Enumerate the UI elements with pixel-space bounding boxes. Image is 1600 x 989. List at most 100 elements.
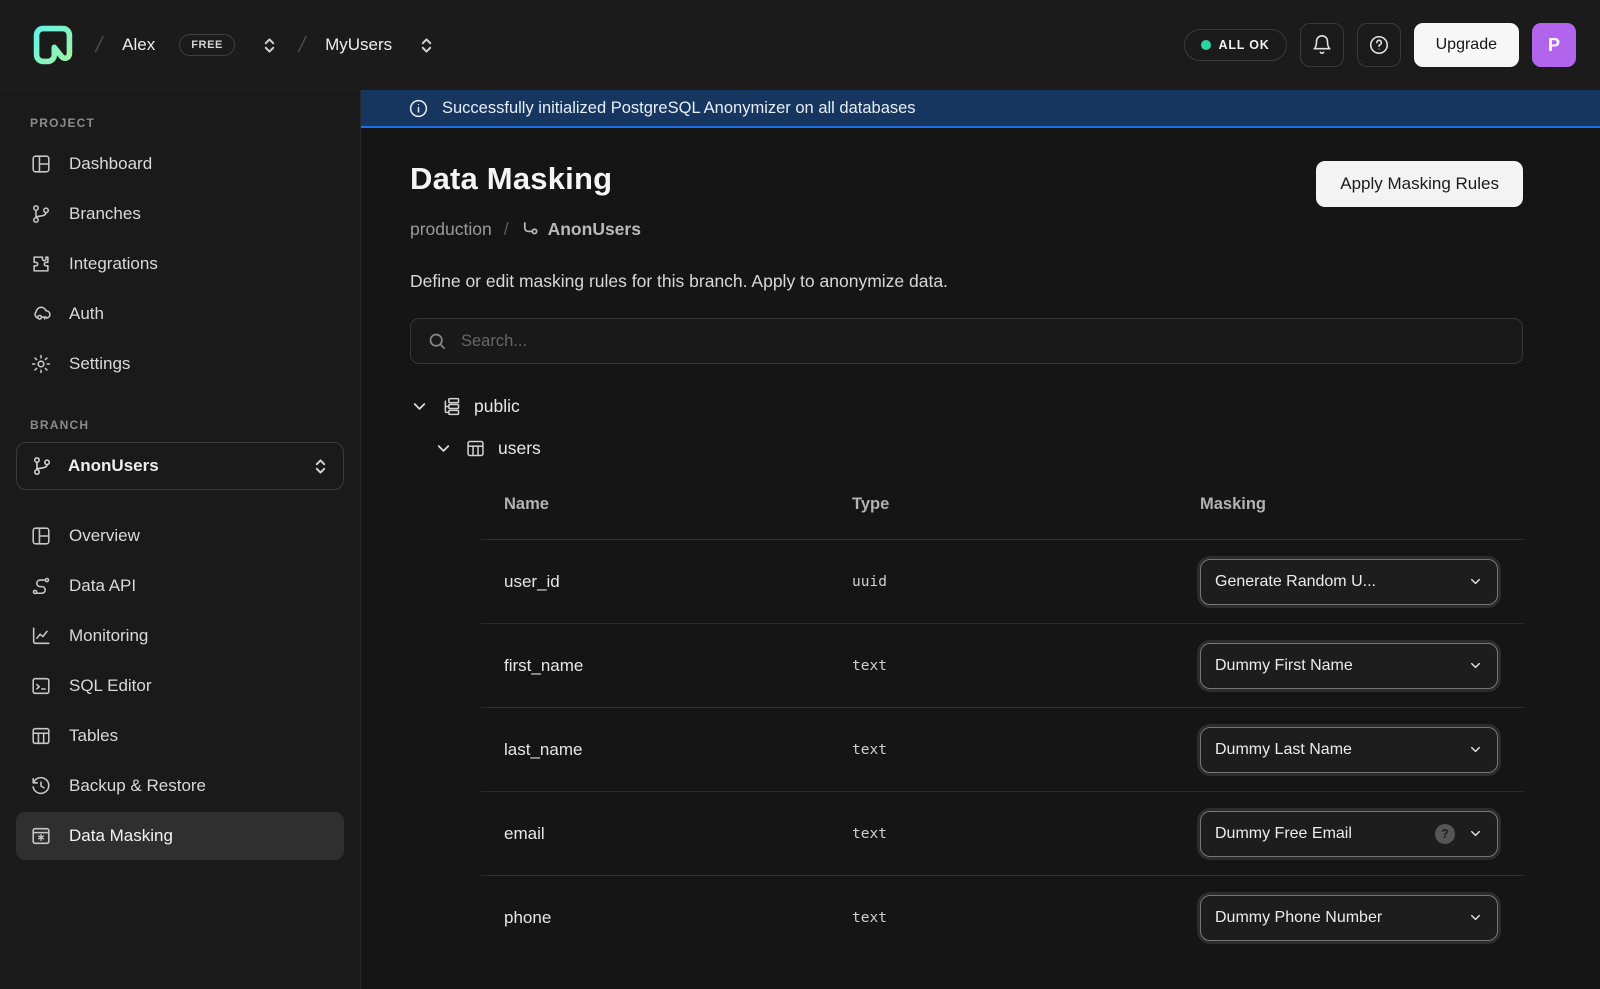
page-description: Define or edit masking rules for this br… (410, 271, 1523, 292)
child-branch-icon (521, 220, 540, 239)
column-header-name: Name (481, 495, 829, 514)
help-icon (1368, 34, 1390, 56)
branch-icon (31, 455, 53, 477)
sidebar-item-branches[interactable]: Branches (16, 190, 344, 238)
main-area: Successfully initialized PostgreSQL Anon… (361, 90, 1600, 989)
chevron-down-icon (1468, 826, 1483, 841)
column-header-type: Type (829, 495, 1177, 514)
user-avatar[interactable]: P (1532, 23, 1576, 67)
org-name[interactable]: Alex (122, 35, 155, 55)
masking-rule-select[interactable]: Dummy Free Email ? (1200, 811, 1498, 857)
nav-item-label: Dashboard (69, 154, 152, 174)
org-switcher-chevrons-icon[interactable] (261, 35, 279, 55)
dashboard-icon (30, 153, 52, 175)
banner-text: Successfully initialized PostgreSQL Anon… (442, 99, 916, 118)
column-name-value: email (481, 824, 829, 844)
search-box (410, 318, 1523, 364)
help-badge-icon[interactable]: ? (1435, 824, 1455, 844)
column-name-value: phone (481, 908, 829, 928)
table-row: user_id uuid Generate Random U... (481, 539, 1523, 623)
nav-item-label: Auth (69, 304, 104, 324)
tree-node-table[interactable]: users (434, 438, 1523, 459)
column-name-value: user_id (481, 572, 829, 592)
info-banner: Successfully initialized PostgreSQL Anon… (361, 90, 1600, 128)
column-type-value: text (829, 658, 1177, 674)
masking-rule-select[interactable]: Dummy First Name (1200, 643, 1498, 689)
masking-rule-select[interactable]: Dummy Last Name (1200, 727, 1498, 773)
sidebar-item-overview[interactable]: Overview (16, 512, 344, 560)
masking-rule-select[interactable]: Generate Random U... (1200, 559, 1498, 605)
page-title: Data Masking (410, 161, 612, 197)
sidebar-item-data-api[interactable]: Data API (16, 562, 344, 610)
tree-node-schema[interactable]: public (410, 396, 1523, 417)
notifications-button[interactable] (1300, 23, 1344, 67)
help-button[interactable] (1357, 23, 1401, 67)
nav-item-label: Overview (69, 526, 140, 546)
table-icon (465, 438, 486, 459)
breadcrumb-current-branch[interactable]: AnonUsers (521, 219, 641, 240)
sql-editor-icon (30, 675, 52, 697)
masking-rule-value: Dummy Last Name (1215, 741, 1459, 759)
upgrade-button[interactable]: Upgrade (1414, 23, 1519, 67)
schema-icon (441, 396, 462, 417)
nav-item-label: SQL Editor (69, 676, 152, 696)
project-section-label: PROJECT (16, 116, 344, 130)
sidebar-item-sql-editor[interactable]: SQL Editor (16, 662, 344, 710)
breadcrumb-parent-branch[interactable]: production (410, 219, 492, 240)
masking-rule-value: Generate Random U... (1215, 573, 1459, 591)
nav-item-label: Monitoring (69, 626, 148, 646)
branch-selector[interactable]: AnonUsers (16, 442, 344, 490)
nav-item-label: Branches (69, 204, 141, 224)
masking-rule-value: Dummy Phone Number (1215, 909, 1459, 927)
auth-icon (30, 303, 52, 325)
column-name-value: first_name (481, 656, 829, 676)
masking-rule-select[interactable]: Dummy Phone Number (1200, 895, 1498, 941)
status-badge[interactable]: ALL OK (1184, 29, 1287, 61)
table-row: phone text Dummy Phone Number (481, 875, 1523, 959)
backup-icon (30, 775, 52, 797)
nav-item-label: Integrations (69, 254, 158, 274)
chevron-down-icon (1468, 658, 1483, 673)
sidebar-item-data-masking[interactable]: Data Masking (16, 812, 344, 860)
table-name: users (498, 438, 541, 459)
sidebar: PROJECT Dashboard Branches Integrations Aut… (0, 90, 361, 989)
branch-selector-value: AnonUsers (68, 456, 297, 476)
data-api-icon (30, 575, 52, 597)
sidebar-item-backup-restore[interactable]: Backup & Restore (16, 762, 344, 810)
sidebar-item-monitoring[interactable]: Monitoring (16, 612, 344, 660)
nav-item-label: Settings (69, 354, 130, 374)
top-bar: / Alex FREE / MyUsers ALL OK (0, 0, 1600, 90)
search-icon (427, 331, 448, 352)
column-name-value: last_name (481, 740, 829, 760)
branch-section-label: BRANCH (16, 418, 344, 432)
nav-item-label: Tables (69, 726, 118, 746)
neon-logo-icon[interactable] (30, 22, 76, 68)
breadcrumb-separator: / (504, 219, 509, 240)
chevron-down-icon[interactable] (434, 439, 453, 458)
breadcrumb-branch-label: AnonUsers (548, 219, 641, 240)
project-switcher-chevrons-icon[interactable] (418, 35, 436, 55)
sidebar-item-tables[interactable]: Tables (16, 712, 344, 760)
branches-icon (30, 203, 52, 225)
sidebar-item-settings[interactable]: Settings (16, 340, 344, 388)
sidebar-item-dashboard[interactable]: Dashboard (16, 140, 344, 188)
info-icon (408, 98, 429, 119)
overview-icon (30, 525, 52, 547)
chevron-down-icon (1468, 742, 1483, 757)
sidebar-item-integrations[interactable]: Integrations (16, 240, 344, 288)
nav-item-label: Data API (69, 576, 136, 596)
column-header-masking: Masking (1177, 495, 1523, 514)
schema-tree: public users (410, 396, 1523, 459)
masking-table: Name Type Masking user_id uuid Generate … (481, 469, 1523, 959)
search-input[interactable] (461, 332, 1506, 351)
data-masking-icon (30, 825, 52, 847)
project-name[interactable]: MyUsers (325, 35, 392, 55)
apply-masking-rules-button[interactable]: Apply Masking Rules (1316, 161, 1523, 207)
masking-rule-value: Dummy Free Email (1215, 825, 1426, 843)
sidebar-item-auth[interactable]: Auth (16, 290, 344, 338)
nav-item-label: Backup & Restore (69, 776, 206, 796)
table-row: email text Dummy Free Email ? (481, 791, 1523, 875)
breadcrumb-slash: / (87, 32, 111, 58)
status-dot-icon (1201, 40, 1211, 50)
chevron-down-icon[interactable] (410, 397, 429, 416)
